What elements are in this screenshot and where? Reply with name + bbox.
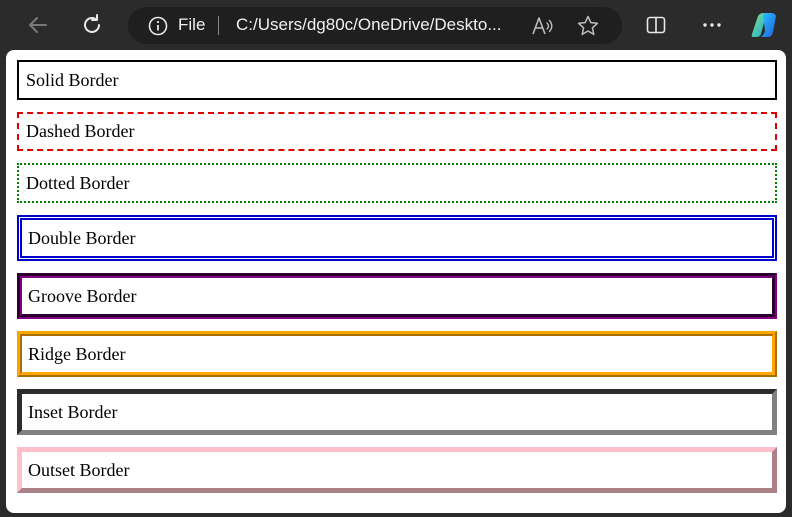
dashed-border-box: Dashed Border: [17, 112, 777, 151]
refresh-icon[interactable]: [76, 9, 108, 41]
double-border-box: Double Border: [17, 215, 777, 261]
read-aloud-icon[interactable]: [531, 15, 555, 37]
address-scheme: File: [178, 15, 206, 34]
info-icon[interactable]: [148, 16, 168, 36]
star-icon[interactable]: [576, 14, 600, 38]
solid-border-box: Solid Border: [17, 60, 777, 100]
dotted-border-box: Dotted Border: [17, 163, 777, 203]
ridge-border-box: Ridge Border: [17, 331, 777, 377]
outset-border-box: Outset Border: [17, 447, 777, 493]
browser-toolbar: File C:/Users/dg80c/OneDrive/Deskto...: [0, 0, 792, 50]
more-dots-icon[interactable]: [696, 9, 728, 41]
address-url[interactable]: C:/Users/dg80c/OneDrive/Deskto...: [236, 15, 526, 35]
split-screen-icon[interactable]: [640, 9, 672, 41]
copilot-icon[interactable]: [748, 9, 780, 41]
inset-border-box: Inset Border: [17, 389, 777, 435]
page-content: Solid Border Dashed Border Dotted Border…: [6, 50, 786, 513]
address-separator: [218, 16, 219, 35]
address-bar[interactable]: File C:/Users/dg80c/OneDrive/Deskto...: [128, 7, 622, 44]
groove-border-box: Groove Border: [17, 273, 777, 319]
back-arrow-icon[interactable]: [22, 9, 54, 41]
